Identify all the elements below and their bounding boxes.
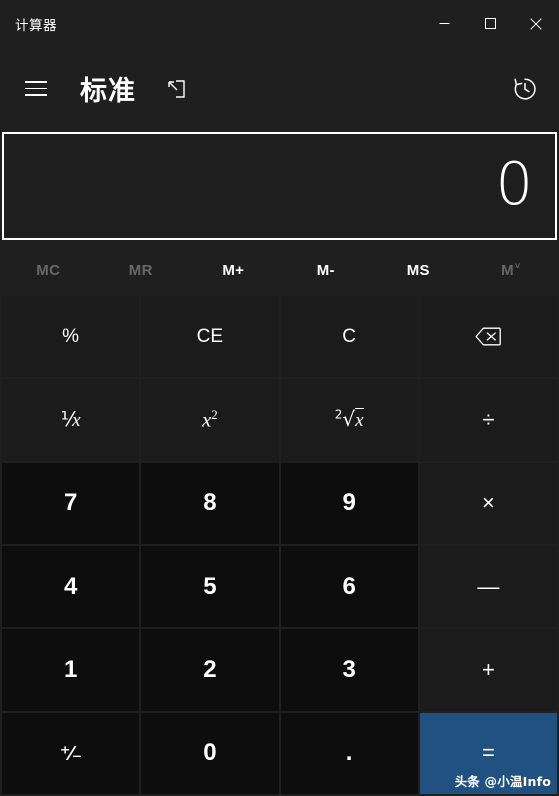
divide-button[interactable]: ÷ bbox=[419, 379, 557, 461]
digit-0-label: 0 bbox=[203, 739, 217, 767]
square-label: x2 bbox=[201, 407, 218, 432]
percent-label: % bbox=[62, 325, 80, 347]
digit-3-button[interactable]: 3 bbox=[280, 629, 418, 711]
equals-label: = bbox=[481, 740, 495, 766]
memory-dropdown-button[interactable]: M ˅ bbox=[465, 248, 558, 292]
close-icon bbox=[530, 17, 542, 30]
maximize-button[interactable] bbox=[467, 0, 513, 47]
page-title: 标准 bbox=[80, 76, 136, 107]
chevron-down-icon: ˅ bbox=[514, 261, 521, 271]
hamburger-menu-icon[interactable] bbox=[14, 67, 58, 111]
digit-7-label: 7 bbox=[63, 489, 78, 517]
square-root-button[interactable]: 2√x bbox=[280, 379, 418, 461]
memory-subtract-label: M- bbox=[316, 261, 335, 279]
reciprocal-label: ¹⁄x bbox=[60, 407, 81, 432]
digit-2-label: 2 bbox=[203, 655, 217, 683]
app-header: 标准 bbox=[0, 47, 559, 130]
backspace-icon bbox=[475, 327, 502, 346]
subtract-label: — bbox=[477, 573, 500, 599]
digit-9-button[interactable]: 9 bbox=[280, 462, 418, 544]
memory-add-button[interactable]: M+ bbox=[187, 248, 280, 292]
window-controls bbox=[421, 0, 559, 47]
digit-3-label: 3 bbox=[342, 655, 356, 683]
sign-toggle-button[interactable]: ⁺⁄₋ bbox=[2, 712, 140, 794]
memory-add-label: M+ bbox=[222, 261, 245, 279]
digit-9-label: 9 bbox=[342, 489, 356, 517]
decimal-point-label: . bbox=[345, 739, 353, 767]
maximize-icon bbox=[484, 18, 496, 29]
digit-0-button[interactable]: 0 bbox=[141, 712, 279, 794]
memory-clear-button[interactable]: MC bbox=[2, 248, 95, 292]
memory-store-button[interactable]: MS bbox=[372, 248, 465, 292]
sign-toggle-label: ⁺⁄₋ bbox=[59, 742, 82, 765]
window-title: 计算器 bbox=[15, 17, 57, 34]
calculator-window: 计算器 标准 0 MC MR M+ M- MS M ˅ % CE C ¹⁄x x… bbox=[0, 0, 559, 796]
percent-button[interactable]: % bbox=[2, 296, 140, 378]
add-button[interactable]: + bbox=[419, 629, 557, 711]
digit-4-button[interactable]: 4 bbox=[2, 546, 140, 628]
memory-recall-label: MR bbox=[128, 261, 153, 279]
hamburger-line bbox=[25, 81, 47, 83]
subtract-button[interactable]: — bbox=[419, 546, 557, 628]
display-value: 0 bbox=[495, 148, 533, 218]
reciprocal-button[interactable]: ¹⁄x bbox=[2, 379, 140, 461]
memory-row: MC MR M+ M- MS M ˅ bbox=[0, 244, 559, 296]
history-button[interactable] bbox=[505, 69, 545, 109]
hamburger-line bbox=[25, 87, 47, 90]
keep-on-top-icon bbox=[168, 79, 185, 98]
equals-button[interactable]: = bbox=[419, 712, 557, 794]
keypad-grid: % CE C ¹⁄x x2 2√x ÷ 7 8 9 × 4 5 6 — 1 2 … bbox=[0, 296, 559, 796]
square-root-label: 2√x bbox=[334, 407, 364, 432]
backspace-button[interactable] bbox=[419, 296, 557, 378]
digit-6-label: 6 bbox=[342, 572, 356, 600]
digit-8-label: 8 bbox=[203, 489, 217, 517]
close-button[interactable] bbox=[513, 0, 559, 47]
decimal-point-button[interactable]: . bbox=[280, 712, 418, 794]
add-label: + bbox=[481, 656, 495, 682]
title-bar: 计算器 bbox=[0, 0, 559, 47]
multiply-label: × bbox=[481, 490, 495, 516]
memory-clear-label: MC bbox=[36, 261, 61, 279]
square-button[interactable]: x2 bbox=[141, 379, 279, 461]
minimize-icon bbox=[439, 23, 449, 24]
display-area: 0 bbox=[0, 130, 559, 244]
display-panel[interactable]: 0 bbox=[2, 132, 557, 240]
minimize-button[interactable] bbox=[421, 0, 467, 47]
digit-1-button[interactable]: 1 bbox=[2, 629, 140, 711]
digit-8-button[interactable]: 8 bbox=[141, 462, 279, 544]
memory-subtract-button[interactable]: M- bbox=[280, 248, 373, 292]
history-clock-icon bbox=[514, 77, 536, 100]
digit-7-button[interactable]: 7 bbox=[2, 462, 140, 544]
digit-5-button[interactable]: 5 bbox=[141, 546, 279, 628]
clear-label: C bbox=[342, 325, 356, 347]
digit-1-label: 1 bbox=[63, 655, 78, 683]
memory-dropdown-label: M bbox=[501, 261, 514, 279]
multiply-button[interactable]: × bbox=[419, 462, 557, 544]
clear-entry-label: CE bbox=[196, 325, 224, 347]
digit-5-label: 5 bbox=[203, 572, 217, 600]
digit-4-label: 4 bbox=[63, 572, 78, 600]
clear-button[interactable]: C bbox=[280, 296, 418, 378]
digit-2-button[interactable]: 2 bbox=[141, 629, 279, 711]
hamburger-line bbox=[25, 94, 47, 96]
clear-entry-button[interactable]: CE bbox=[141, 296, 279, 378]
divide-label: ÷ bbox=[482, 406, 495, 432]
keep-on-top-button[interactable] bbox=[161, 74, 191, 104]
memory-recall-button[interactable]: MR bbox=[95, 248, 188, 292]
memory-store-label: MS bbox=[406, 261, 430, 279]
digit-6-button[interactable]: 6 bbox=[280, 546, 418, 628]
